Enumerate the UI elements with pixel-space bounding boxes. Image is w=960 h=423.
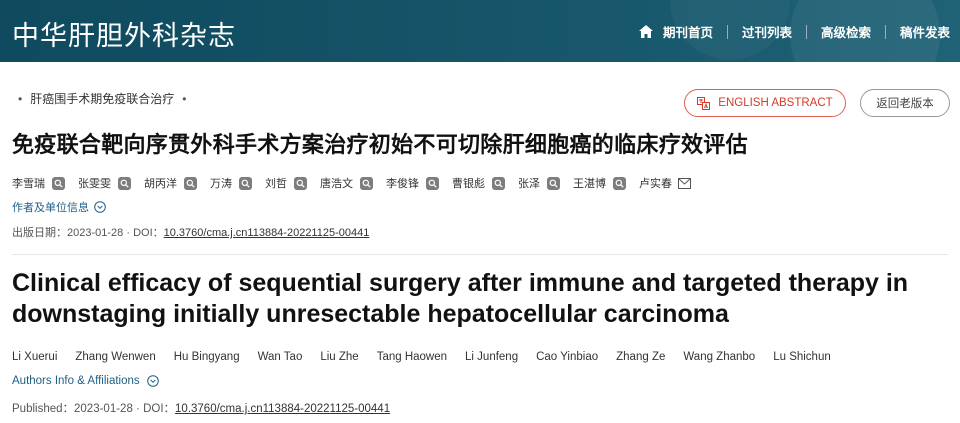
search-icon[interactable]	[547, 176, 560, 190]
pub-date: 2023-01-28	[67, 227, 124, 239]
nav-item-archive[interactable]: 过刊列表	[742, 22, 792, 41]
author-list-cn: 李雪瑞 张雯雯 胡丙洋 万涛 刘哲 唐浩文 李俊锋 曹银彪 张泽 王湛博 卢实春	[12, 175, 704, 191]
author-en[interactable]: Liu Zhe	[320, 351, 358, 363]
author-cn[interactable]: 张泽	[518, 175, 560, 191]
author-cn[interactable]: 李雪瑞	[12, 175, 65, 191]
author-en[interactable]: Zhang Ze	[616, 351, 665, 363]
pub-date-label: Published：	[12, 403, 75, 415]
nav-divider	[726, 24, 728, 39]
bullet: •	[182, 91, 187, 106]
nav-divider	[884, 24, 886, 39]
main-nav: 期刊首页 过刊列表 高级检索 稿件发表	[638, 22, 950, 41]
author-name: 李雪瑞	[12, 178, 45, 190]
author-en[interactable]: Cao Yinbiao	[536, 351, 598, 363]
author-cn[interactable]: 刘哲	[265, 175, 307, 191]
search-icon[interactable]	[360, 176, 373, 190]
author-list-en: Li Xuerui Zhang Wenwen Hu Bingyang Wan Tao L…	[12, 351, 849, 363]
chevron-down-circle-icon	[94, 201, 106, 213]
section-divider	[12, 254, 948, 255]
author-name: 王湛博	[573, 178, 606, 190]
author-en[interactable]: Li Junfeng	[465, 351, 518, 363]
author-name: 胡丙洋	[144, 178, 177, 190]
author-name: 李俊锋	[386, 178, 419, 190]
author-affiliation-toggle-en[interactable]: Authors Info & Affiliations	[12, 375, 159, 387]
author-name: 万涛	[210, 178, 232, 190]
author-en[interactable]: Wan Tao	[258, 351, 303, 363]
author-cn[interactable]: 万涛	[210, 175, 252, 191]
article-title-cn: 免疫联合靶向序贯外科手术方案治疗初始不可切除肝细胞癌的临床疗效评估	[12, 133, 748, 158]
old-version-button[interactable]: 返回老版本	[860, 89, 950, 117]
affiliation-link-label: 作者及单位信息	[12, 202, 89, 214]
author-name: 张泽	[518, 178, 540, 190]
author-name: 刘哲	[265, 178, 287, 190]
author-en[interactable]: Wang Zhanbo	[683, 351, 755, 363]
author-cn[interactable]: 卢实春	[639, 175, 691, 191]
author-name: 张雯雯	[78, 178, 111, 190]
pub-date: 2023-01-28	[74, 403, 133, 415]
search-icon[interactable]	[613, 176, 626, 190]
journal-logo[interactable]: 中华肝胆外科杂志	[12, 14, 236, 53]
author-cn[interactable]: 唐浩文	[320, 175, 373, 191]
author-cn[interactable]: 王湛博	[573, 175, 626, 191]
chevron-down-circle-icon	[146, 375, 159, 387]
publication-info-cn: 出版日期：2023-01-28 · DOI：10.3760/cma.j.cn11…	[12, 224, 369, 240]
nav-item-home[interactable]: 期刊首页	[638, 22, 713, 41]
english-abstract-label: ENGLISH ABSTRACT	[718, 97, 833, 109]
affiliation-link-label: Authors Info & Affiliations	[12, 375, 140, 387]
publication-info-en: Published：2023-01-28 · DOI：10.3760/cma.j…	[12, 400, 390, 416]
english-abstract-button[interactable]: ENGLISH ABSTRACT	[684, 89, 846, 117]
nav-item-advanced-search[interactable]: 高级检索	[821, 22, 871, 41]
author-cn[interactable]: 胡丙洋	[144, 175, 197, 191]
article-section: • 肝癌围手术期免疫联合治疗 •	[18, 90, 194, 107]
author-en[interactable]: Tang Haowen	[377, 351, 447, 363]
home-icon	[638, 25, 653, 38]
author-affiliation-toggle-cn[interactable]: 作者及单位信息	[12, 199, 106, 215]
article-title-en: Clinical efficacy of sequential surgery …	[12, 269, 909, 328]
bullet: •	[18, 91, 23, 106]
translate-icon	[697, 96, 711, 110]
doi-link[interactable]: 10.3760/cma.j.cn113884-20221125-00441	[164, 227, 370, 239]
doi-link[interactable]: 10.3760/cma.j.cn113884-20221125-00441	[175, 403, 390, 415]
author-en[interactable]: Hu Bingyang	[174, 351, 240, 363]
search-icon[interactable]	[492, 176, 505, 190]
doi-label: DOI：	[143, 403, 176, 415]
pub-date-label: 出版日期：	[12, 227, 67, 239]
section-label[interactable]: 肝癌围手术期免疫联合治疗	[30, 90, 174, 107]
mail-icon[interactable]	[678, 177, 691, 189]
author-en[interactable]: Li Xuerui	[12, 351, 57, 363]
search-icon[interactable]	[239, 176, 252, 190]
author-en[interactable]: Zhang Wenwen	[75, 351, 155, 363]
nav-item-label: 期刊首页	[662, 26, 713, 40]
doi-label: DOI：	[133, 227, 164, 239]
top-header: 中华肝胆外科杂志 期刊首页 过刊列表 高级检索 稿件发表	[0, 0, 960, 62]
nav-item-submission[interactable]: 稿件发表	[900, 22, 950, 41]
search-icon[interactable]	[294, 176, 307, 190]
author-cn[interactable]: 张雯雯	[78, 175, 131, 191]
author-name: 卢实春	[639, 178, 672, 190]
nav-divider	[805, 24, 807, 39]
search-icon[interactable]	[118, 176, 131, 190]
search-icon[interactable]	[52, 176, 65, 190]
search-icon[interactable]	[426, 176, 439, 190]
author-en[interactable]: Lu Shichun	[773, 351, 831, 363]
search-icon[interactable]	[184, 176, 197, 190]
author-name: 唐浩文	[320, 178, 353, 190]
author-name: 曹银彪	[452, 178, 485, 190]
author-cn[interactable]: 曹银彪	[452, 175, 505, 191]
author-cn[interactable]: 李俊锋	[386, 175, 439, 191]
